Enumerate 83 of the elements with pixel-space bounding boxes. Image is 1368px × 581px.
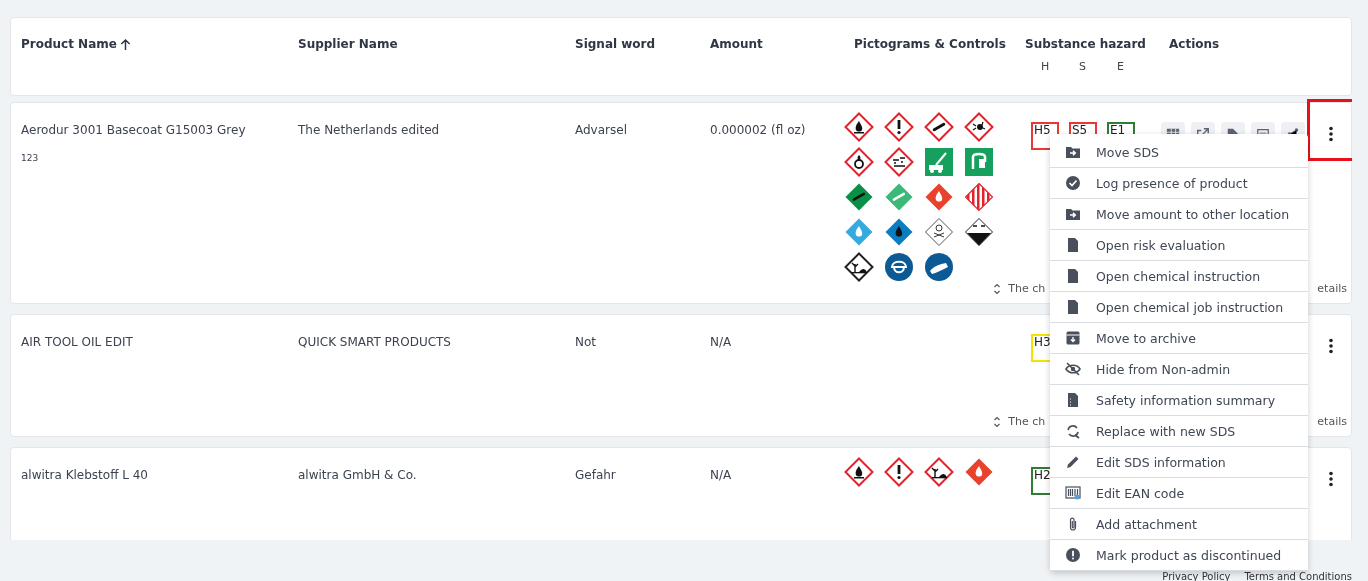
product-name: Aerodur 3001 Basecoat G15003 Grey [21,122,246,138]
folder-arrow-icon [1065,206,1081,222]
escape-sign-icon [924,147,954,177]
menu-item[interactable]: Replace with new SDS [1050,416,1308,447]
flame-diamond-icon [844,217,874,247]
expand-collapse-icon[interactable] [993,282,1002,295]
details-link[interactable]: etails [1317,415,1347,428]
column-subheader: H [1041,60,1049,73]
menu-item[interactable]: Edit SDS information [1050,447,1308,478]
signal-word: Gefahr [575,467,616,483]
exclamation-diamond-icon [884,457,914,487]
explosion-diamond-icon [964,112,994,142]
column-header[interactable]: Pictograms & Controls [854,36,1006,52]
environment-diamond-icon [844,252,874,282]
product-name: AIR TOOL OIL EDIT [21,334,133,350]
helmet-sign-icon [884,252,914,282]
signal-word: Advarsel [575,122,627,138]
folder-arrow-icon [1065,144,1081,160]
corrosion-diamond-icon [884,147,914,177]
refresh-search-icon [1065,423,1081,439]
column-header[interactable]: Substance hazard [1025,36,1146,52]
menu-item[interactable]: Move amount to other location [1050,199,1308,230]
menu-item[interactable]: Open chemical instruction [1050,261,1308,292]
product-name: alwitra Klebstoff L 40 [21,467,148,483]
environment-diamond-icon [924,457,954,487]
gas-cylinder-diamond-icon [924,112,954,142]
menu-item[interactable]: Log presence of product [1050,168,1308,199]
supplier-name: The Netherlands edited [298,122,440,138]
menu-item[interactable]: Open chemical job instruction [1050,292,1308,323]
exclamation-diamond-icon [884,112,914,142]
menu-item[interactable]: Add attachment [1050,509,1308,540]
signal-word: Not [575,334,597,350]
skull-diamond-icon [924,217,954,247]
more-vertical-icon[interactable] [1329,126,1333,142]
more-vertical-icon[interactable] [1329,471,1333,487]
corrosion-diamond-icon [964,217,994,247]
check-circle-icon [1065,175,1081,191]
menu-item[interactable]: Hide from Non-admin [1050,354,1308,385]
column-header[interactable]: Product Name [21,36,117,52]
striped-diamond-icon [964,182,994,212]
document-icon [1065,268,1081,284]
expand-collapse-icon[interactable] [993,415,1002,428]
flame-over-circle-diamond-icon [844,147,874,177]
details-text: The ch [1008,415,1046,428]
column-header[interactable]: Signal word [575,36,656,52]
flame-diamond-icon [964,457,994,487]
menu-item[interactable]: Edit EAN code [1050,478,1308,509]
column-header[interactable]: Amount [710,36,763,52]
menu-item[interactable]: Move to archive [1050,323,1308,354]
menu-item[interactable]: Move SDS [1050,137,1308,168]
menu-item[interactable]: Open risk evaluation [1050,230,1308,261]
barcode-icon [1065,485,1081,501]
column-subheader: E [1117,60,1125,73]
column-header[interactable]: Supplier Name [298,36,398,52]
product-code: 123 [21,153,39,163]
document-list-icon [1065,392,1081,408]
amount: N/A [710,334,732,350]
flame-diamond-icon [884,217,914,247]
supplier-name: alwitra GmbH & Co. [298,467,417,483]
more-vertical-icon[interactable] [1329,338,1333,354]
alert-circle-icon [1065,547,1081,563]
flame-diamond-icon [844,112,874,142]
details-link[interactable]: etails [1317,282,1347,295]
supplier-name: QUICK SMART PRODUCTS [298,334,451,350]
archive-icon [1065,330,1081,346]
footer-link[interactable]: Terms and Conditions [1244,572,1352,581]
sort-arrow-icon[interactable] [119,37,131,51]
amount: 0.000002 (fl oz) [710,122,806,138]
first-aid-sign-icon [964,147,994,177]
amount: N/A [710,467,732,483]
flame-diamond-icon [844,457,874,487]
glove-sign-icon [924,252,954,282]
pencil-icon [1065,454,1081,470]
menu-item[interactable]: Mark product as discontinued [1050,540,1308,571]
column-subheader: S [1079,60,1087,73]
details-text: The ch [1008,282,1046,295]
eye-off-icon [1065,361,1081,377]
column-header[interactable]: Actions [1169,36,1220,52]
flame-diamond-icon [924,182,954,212]
document-icon [1065,237,1081,253]
gas-diamond-icon [884,182,914,212]
menu-item[interactable]: Safety information summary [1050,385,1308,416]
gas-diamond-icon [844,182,874,212]
